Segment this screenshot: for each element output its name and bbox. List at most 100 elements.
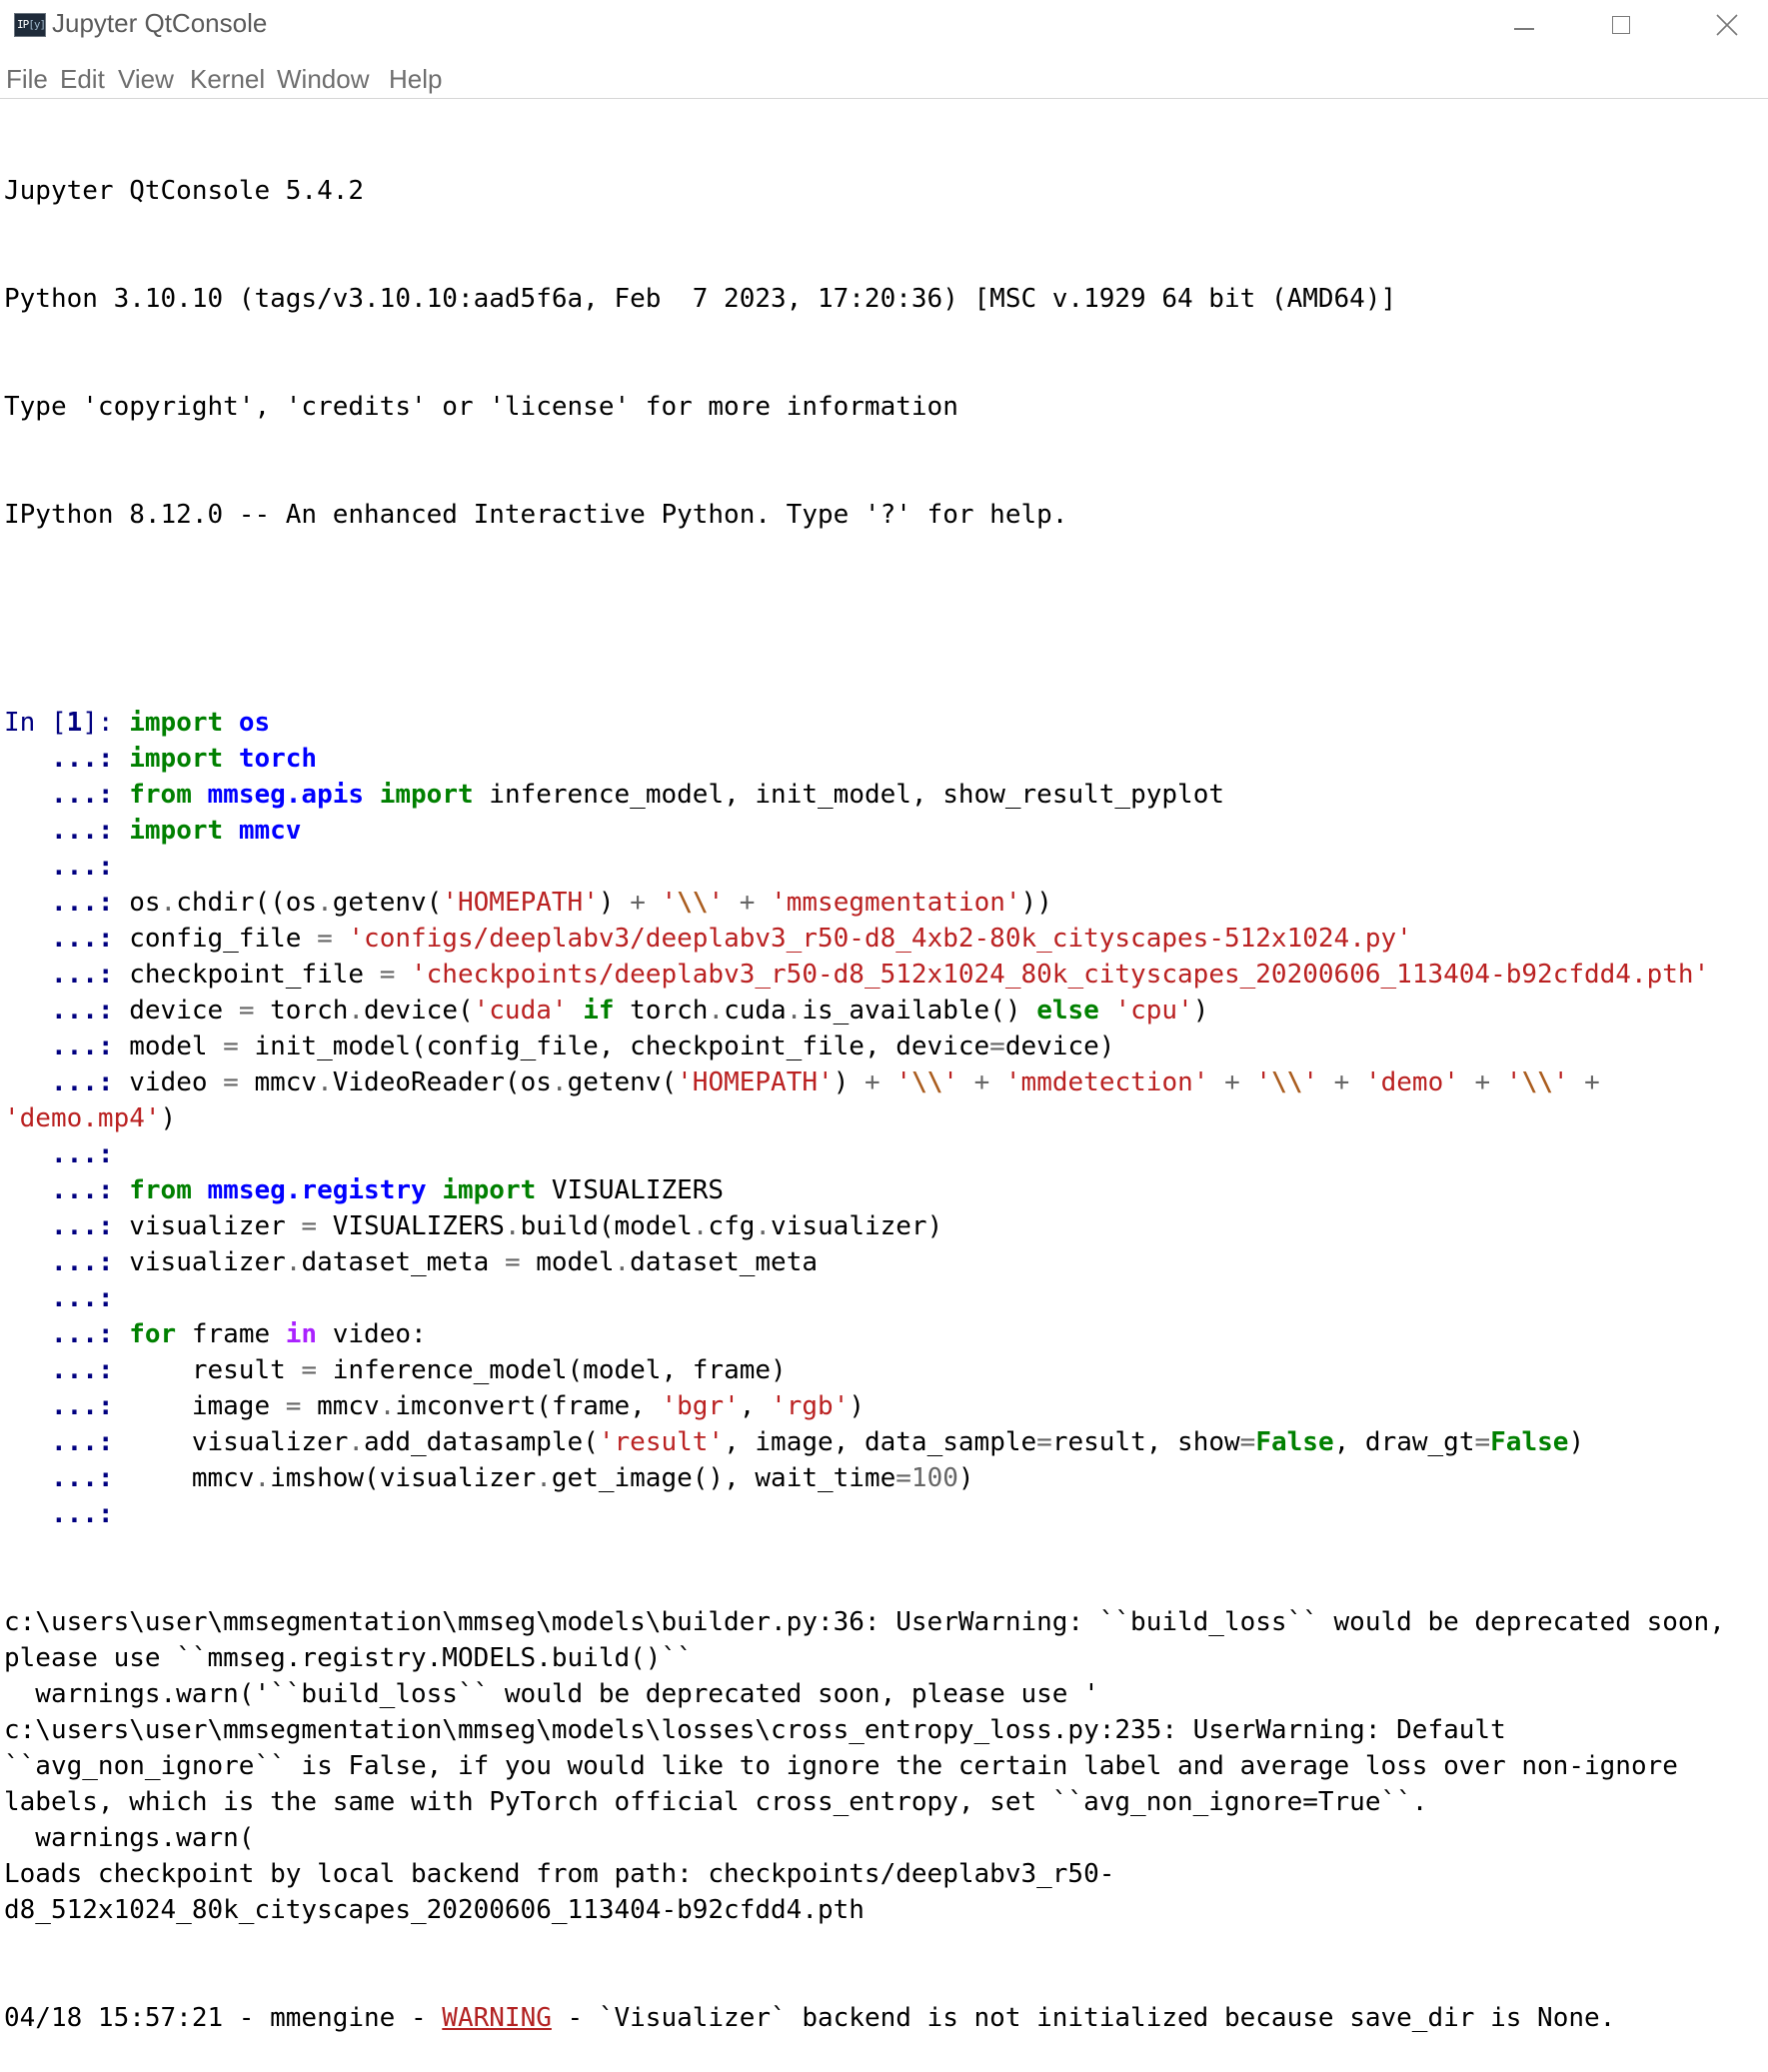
- code-line[interactable]: ...: visualizer.dataset_meta = model.dat…: [4, 1244, 1763, 1280]
- code-line[interactable]: ...:: [4, 1496, 1763, 1532]
- console-output-area[interactable]: Jupyter QtConsole 5.4.2 Python 3.10.10 (…: [4, 101, 1763, 2072]
- code-token: visualizer: [129, 1211, 302, 1241]
- code-token: =: [238, 996, 255, 1026]
- code-token: import: [129, 816, 224, 846]
- code-token: =: [285, 1391, 302, 1421]
- code-token: ': [708, 888, 725, 918]
- code-line[interactable]: ...: mmcv.imshow(visualizer.get_image(),…: [4, 1460, 1763, 1496]
- code-token: +: [739, 888, 756, 918]
- banner-line: Type 'copyright', 'credits' or 'license'…: [4, 392, 958, 422]
- code-token: =: [223, 1067, 239, 1097]
- code-token: from: [129, 780, 192, 810]
- menu-help[interactable]: Help: [389, 64, 442, 95]
- window-title: Jupyter QtConsole: [52, 8, 268, 38]
- code-token: visualizer: [129, 1247, 286, 1277]
- code-token: inference_model, init_model, show_result…: [473, 780, 1224, 810]
- in-prompt-close: ]:: [82, 708, 130, 738]
- code-line[interactable]: In [1]: import os: [4, 705, 1763, 741]
- continuation-prompt: ...:: [4, 888, 130, 918]
- code-token: device: [129, 996, 239, 1026]
- continuation-prompt: ...:: [4, 852, 130, 882]
- output-line: ``avg_non_ignore`` is False, if you woul…: [4, 1751, 1678, 1781]
- code-token: ): [957, 1463, 974, 1493]
- code-token: imshow(visualizer: [270, 1463, 537, 1493]
- code-token: chdir((os: [176, 888, 318, 918]
- menu-kernel[interactable]: Kernel: [190, 64, 265, 95]
- warning-link[interactable]: WARNING: [442, 2003, 552, 2033]
- code-token: =: [223, 1032, 239, 1061]
- code-line[interactable]: ...: import mmcv: [4, 813, 1763, 849]
- continuation-prompt: ...:: [4, 960, 130, 990]
- code-token: mmcv: [129, 1463, 255, 1493]
- code-token: False: [1255, 1427, 1334, 1457]
- code-line[interactable]: ...:: [4, 1280, 1763, 1316]
- code-line[interactable]: ...: visualizer.add_datasample('result',…: [4, 1424, 1763, 1460]
- output-line: please use ``mmseg.registry.MODELS.build…: [4, 1643, 693, 1673]
- continuation-prompt: ...:: [4, 1283, 130, 1313]
- input-cell[interactable]: In [1]: import os ...: import torch ...:…: [4, 705, 1763, 1532]
- code-line[interactable]: ...: image = mmcv.imconvert(frame, 'bgr'…: [4, 1388, 1763, 1424]
- code-token: ': [1505, 1067, 1522, 1097]
- code-token: video:: [317, 1319, 427, 1349]
- code-line[interactable]: ...: visualizer = VISUALIZERS.build(mode…: [4, 1208, 1763, 1244]
- code-token: .: [379, 1391, 396, 1421]
- code-token: import: [129, 708, 224, 738]
- code-token: .: [536, 1463, 552, 1493]
- code-token: is_available(): [802, 996, 1037, 1026]
- code-token: =: [1239, 1427, 1256, 1457]
- menu-window[interactable]: Window: [277, 64, 369, 95]
- continuation-prompt: ...:: [4, 1247, 130, 1277]
- code-line[interactable]: ...: from mmseg.registry import VISUALIZ…: [4, 1172, 1763, 1208]
- code-line[interactable]: ...:: [4, 849, 1763, 885]
- code-line[interactable]: ...: video = mmcv.VideoReader(os.getenv(…: [4, 1064, 1763, 1100]
- code-token: cuda: [724, 996, 787, 1026]
- code-line[interactable]: ...: device = torch.device('cuda' if tor…: [4, 993, 1763, 1029]
- code-token: 'rgb': [771, 1391, 850, 1421]
- code-token: ): [1192, 996, 1209, 1026]
- code-line[interactable]: ...: model = init_model(config_file, che…: [4, 1029, 1763, 1064]
- code-line[interactable]: ...:: [4, 1136, 1763, 1172]
- code-token: .: [614, 1247, 631, 1277]
- code-token: 'HOMEPATH': [677, 1067, 834, 1097]
- code-line[interactable]: ...: import torch: [4, 741, 1763, 777]
- code-line[interactable]: ...: checkpoint_file = 'checkpoints/deep…: [4, 957, 1763, 993]
- minimize-icon[interactable]: [1475, 0, 1575, 54]
- code-line[interactable]: ...: result = inference_model(model, fra…: [4, 1352, 1763, 1388]
- code-token: 'demo': [1364, 1067, 1459, 1097]
- code-token: torch: [238, 744, 318, 774]
- code-token: 'cuda': [473, 996, 568, 1026]
- window-title-bar[interactable]: IP[y] Jupyter QtConsole: [0, 0, 1768, 54]
- code-line[interactable]: ...: config_file = 'configs/deeplabv3/de…: [4, 921, 1763, 957]
- code-token: +: [1224, 1067, 1240, 1097]
- code-line[interactable]: ...: from mmseg.apis import inference_mo…: [4, 777, 1763, 813]
- code-token: mmseg.registry: [207, 1175, 427, 1205]
- menu-edit[interactable]: Edit: [60, 64, 105, 95]
- continuation-prompt: ...:: [4, 1032, 130, 1061]
- code-token: , image, data_sample: [724, 1427, 1037, 1457]
- menu-view[interactable]: View: [118, 64, 174, 95]
- menu-file[interactable]: File: [6, 64, 48, 95]
- code-token: VideoReader(os: [332, 1067, 552, 1097]
- code-token: .: [160, 888, 177, 918]
- code-token: \\: [1521, 1067, 1553, 1097]
- code-line[interactable]: ...: for frame in video:: [4, 1316, 1763, 1352]
- continuation-prompt: ...:: [4, 780, 130, 810]
- code-token: checkpoint_file: [129, 960, 380, 990]
- close-icon[interactable]: [1675, 0, 1768, 54]
- code-token: .: [348, 996, 365, 1026]
- code-token: if: [583, 996, 615, 1026]
- code-line[interactable]: ...: os.chdir((os.getenv('HOMEPATH') + '…: [4, 885, 1763, 921]
- code-token: for: [129, 1319, 177, 1349]
- log-prefix: 04/18 15:57:21 - mmengine -: [4, 2003, 443, 2033]
- maximize-icon[interactable]: [1575, 0, 1675, 54]
- code-token: )): [1020, 888, 1052, 918]
- continuation-prompt: ...:: [4, 1427, 130, 1457]
- code-line-wrap[interactable]: 'demo.mp4'): [4, 1100, 1763, 1136]
